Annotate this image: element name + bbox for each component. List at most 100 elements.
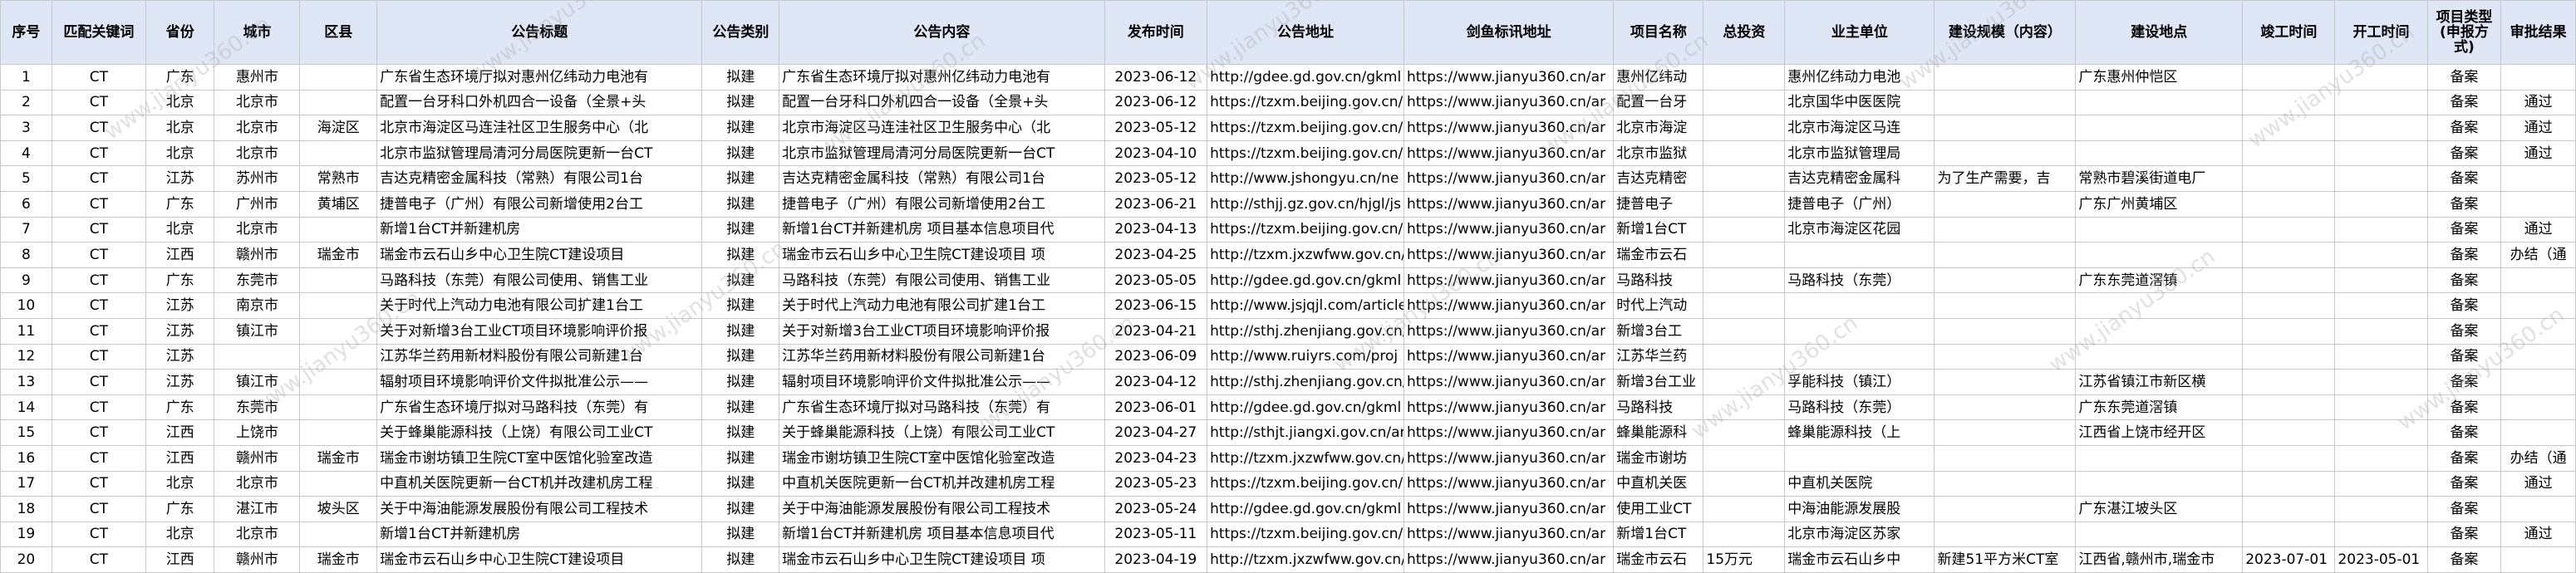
table-cell[interactable] — [299, 140, 378, 167]
table-cell[interactable]: 赣州市 — [214, 444, 301, 472]
table-cell[interactable] — [2242, 394, 2336, 421]
table-cell[interactable] — [1703, 444, 1786, 472]
table-cell[interactable]: 备案 — [2426, 343, 2502, 370]
table-cell[interactable]: https://www.jianyu360.cn/ar — [1403, 292, 1615, 319]
column-header[interactable]: 建设规模（内容） — [1934, 0, 2077, 65]
table-row[interactable]: 12 CT 江苏 江苏华兰药用新材料股份有限公司新建1台 拟建 江苏华兰药用新材料股份有限… — [0, 343, 2576, 370]
table-cell[interactable]: 江苏华兰药用新材料股份有限公司新建1台 — [376, 343, 703, 370]
table-cell[interactable]: https://www.jianyu360.cn/ar — [1403, 89, 1615, 116]
table-cell[interactable]: 中直机关医院更新一台CT机并改建机房工程 — [779, 470, 1105, 497]
table-cell[interactable]: 拟建 — [701, 317, 780, 345]
table-cell[interactable] — [2242, 317, 2336, 345]
table-cell[interactable]: 关于时代上汽动力电池有限公司扩建1台工 — [376, 292, 703, 319]
table-row[interactable]: 10 CT 江苏 南京市 关于时代上汽动力电池有限公司扩建1台工 拟建 关于时代上汽动力电池… — [0, 292, 2576, 319]
table-cell[interactable] — [1703, 470, 1786, 497]
table-cell[interactable]: 广东省生态环境厅拟对惠州亿纬动力电池有 — [779, 64, 1105, 91]
table-cell[interactable]: 北京 — [145, 140, 215, 167]
table-cell[interactable]: 关于中海油能源发展股份有限公司工程技术 — [376, 496, 703, 522]
table-cell[interactable]: 吉达克精密金属科 — [1784, 165, 1935, 192]
table-cell[interactable]: 12 — [0, 343, 52, 370]
table-cell[interactable]: 瑞金市云石山乡中心卫生院CT建设项目 项 — [779, 546, 1105, 573]
table-cell[interactable]: https://tzxm.beijing.gov.cn/i — [1207, 89, 1404, 116]
table-cell[interactable]: 北京市 — [214, 470, 301, 497]
table-cell[interactable]: https://tzxm.beijing.gov.cn/i — [1207, 115, 1404, 141]
table-cell[interactable]: http://www.jshongyu.cn/ne — [1207, 165, 1404, 192]
table-row[interactable]: 15 CT 江西 上饶市 关于蜂巢能源科技（上饶）有限公司工业CT 拟建 关于蜂巢能源科技（… — [0, 419, 2576, 446]
table-cell[interactable] — [299, 317, 378, 345]
table-cell[interactable]: 瑞金市云石山乡中心卫生院CT建设项目 — [376, 546, 703, 573]
table-cell[interactable]: http://www.ruiyrs.com/proj — [1207, 343, 1404, 370]
column-header[interactable]: 公告内容 — [779, 0, 1105, 65]
table-cell[interactable] — [2334, 317, 2428, 345]
table-cell[interactable] — [1934, 419, 2077, 446]
table-cell[interactable] — [1934, 470, 2077, 497]
table-cell[interactable]: 拟建 — [701, 521, 780, 548]
table-cell[interactable]: 通过 — [2500, 140, 2576, 167]
table-cell[interactable]: 捷普电子（广州）有限公司新增使用2台工 — [779, 190, 1105, 218]
table-cell[interactable]: 2023-06-12 — [1104, 64, 1208, 91]
table-cell[interactable]: https://www.jianyu360.cn/ar — [1403, 140, 1615, 167]
table-cell[interactable] — [2242, 165, 2336, 192]
table-cell[interactable] — [299, 521, 378, 548]
table-cell[interactable]: 19 — [0, 521, 52, 548]
table-cell[interactable]: 15 — [0, 419, 52, 446]
table-cell[interactable]: 3 — [0, 115, 52, 141]
table-cell[interactable]: 拟建 — [701, 470, 780, 497]
table-cell[interactable]: 2023-04-19 — [1104, 546, 1208, 573]
table-cell[interactable]: 拟建 — [701, 190, 780, 218]
table-cell[interactable]: https://www.jianyu360.cn/ar — [1403, 496, 1615, 522]
table-cell[interactable]: 新增1台CT — [1613, 216, 1704, 243]
table-cell[interactable] — [1934, 521, 2077, 548]
table-cell[interactable] — [2334, 419, 2428, 446]
table-cell[interactable]: 北京市监狱管理局清河分局医院更新一台CT — [779, 140, 1105, 167]
table-cell[interactable]: CT — [51, 64, 147, 91]
table-cell[interactable]: 北京市 — [214, 115, 301, 141]
table-cell[interactable] — [2242, 521, 2336, 548]
table-cell[interactable] — [1703, 140, 1786, 167]
table-cell[interactable]: 20 — [0, 546, 52, 573]
table-cell[interactable]: 马路科技（东莞）有限公司使用、销售工业 — [779, 267, 1105, 294]
table-cell[interactable] — [2075, 242, 2244, 268]
table-cell[interactable]: 南京市 — [214, 292, 301, 319]
table-cell[interactable]: 广东 — [145, 190, 215, 218]
table-row[interactable]: 20 CT 江西 赣州市 瑞金市 瑞金市云石山乡中心卫生院CT建设项目 拟建 瑞金市云石山乡中… — [0, 546, 2576, 573]
table-cell[interactable] — [1703, 369, 1786, 395]
table-cell[interactable] — [1934, 369, 2077, 395]
table-cell[interactable]: 2023-04-12 — [1104, 369, 1208, 395]
table-cell[interactable]: 瑞金市云石 — [1613, 546, 1704, 573]
table-cell[interactable]: 拟建 — [701, 242, 780, 268]
table-cell[interactable] — [2242, 89, 2336, 116]
table-cell[interactable]: 中海油能源发展股 — [1784, 496, 1935, 522]
table-cell[interactable]: https://www.jianyu360.cn/ar — [1403, 242, 1615, 268]
table-cell[interactable] — [1934, 140, 2077, 167]
table-cell[interactable]: 备案 — [2426, 369, 2502, 395]
table-cell[interactable] — [1703, 165, 1786, 192]
table-cell[interactable] — [1784, 444, 1935, 472]
table-cell[interactable]: 7 — [0, 216, 52, 243]
table-cell[interactable] — [1934, 115, 2077, 141]
table-cell[interactable] — [2242, 419, 2336, 446]
table-cell[interactable]: 2023-06-15 — [1104, 292, 1208, 319]
table-cell[interactable] — [1934, 343, 2077, 370]
table-cell[interactable] — [1934, 267, 2077, 294]
table-cell[interactable]: CT — [51, 89, 147, 116]
table-cell[interactable]: CT — [51, 470, 147, 497]
table-cell[interactable] — [2334, 369, 2428, 395]
table-cell[interactable]: 北京市 — [214, 216, 301, 243]
table-cell[interactable]: 新增1台CT并新建机房 — [376, 521, 703, 548]
table-cell[interactable] — [299, 343, 378, 370]
table-cell[interactable]: 镇江市 — [214, 317, 301, 345]
table-cell[interactable]: 17 — [0, 470, 52, 497]
table-cell[interactable] — [2075, 343, 2244, 370]
table-cell[interactable] — [2334, 115, 2428, 141]
table-cell[interactable]: 备案 — [2426, 89, 2502, 116]
table-cell[interactable]: 时代上汽动 — [1613, 292, 1704, 319]
table-cell[interactable]: 新增1台CT并新建机房 项目基本信息项目代 — [779, 216, 1105, 243]
table-row[interactable]: 4 CT 北京 北京市 北京市监狱管理局清河分局医院更新一台CT 拟建 北京市监狱管理局清河… — [0, 140, 2576, 167]
table-cell[interactable]: https://www.jianyu360.cn/ar — [1403, 64, 1615, 91]
table-cell[interactable] — [2075, 140, 2244, 167]
table-cell[interactable]: 备案 — [2426, 317, 2502, 345]
table-cell[interactable]: 拟建 — [701, 369, 780, 395]
table-row[interactable]: 13 CT 江苏 镇江市 辐射项目环境影响评价文件拟批准公示—— 拟建 辐射项目环境影响评价… — [0, 369, 2576, 395]
table-cell[interactable]: 2023-04-25 — [1104, 242, 1208, 268]
